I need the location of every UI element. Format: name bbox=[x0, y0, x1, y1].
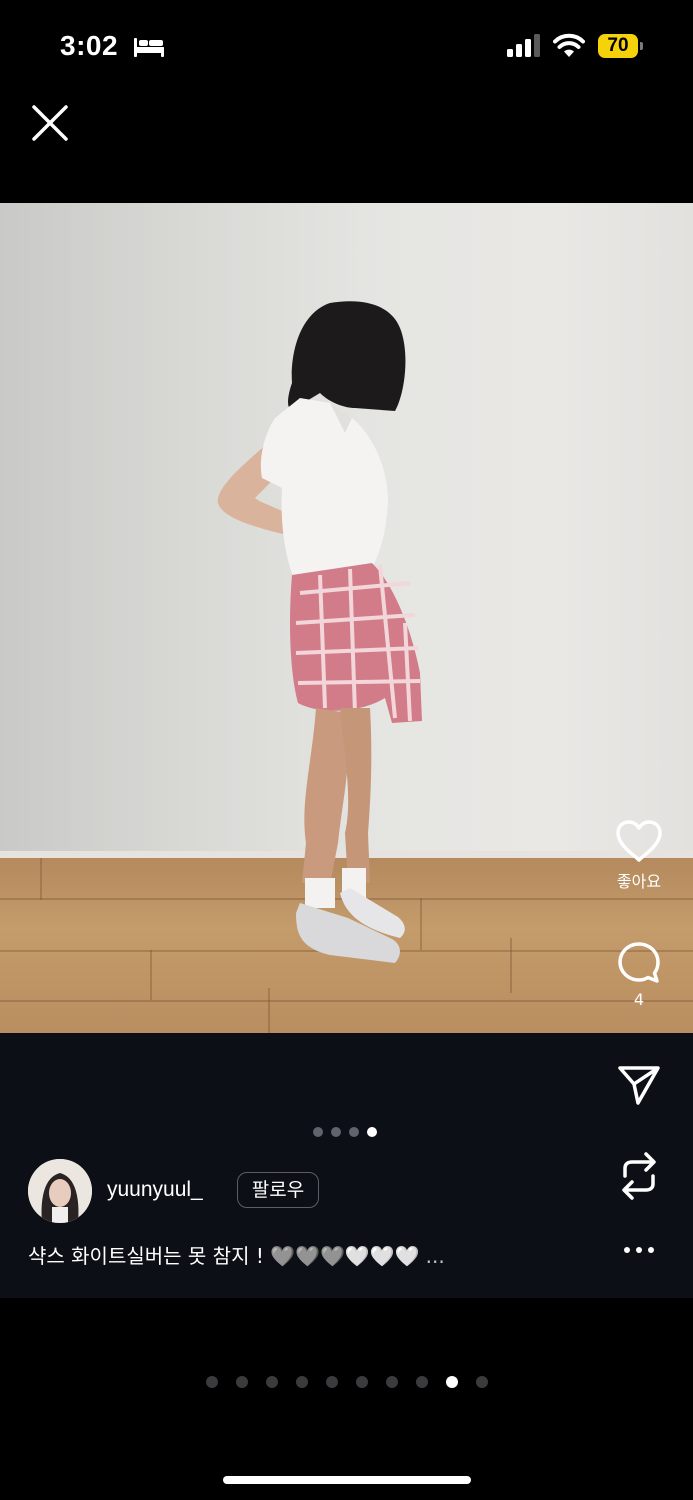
ellipsis-icon[interactable] bbox=[622, 1244, 656, 1256]
paper-plane-icon bbox=[618, 1066, 660, 1105]
like-button[interactable]: 좋아요 bbox=[610, 818, 668, 892]
page-dot bbox=[416, 1376, 428, 1388]
cellular-signal-icon bbox=[507, 34, 540, 57]
carousel-dot bbox=[349, 1127, 359, 1137]
avatar-image bbox=[28, 1159, 92, 1223]
close-icon[interactable] bbox=[30, 103, 70, 143]
post-photo[interactable] bbox=[0, 203, 693, 1033]
carousel-indicator bbox=[313, 1127, 377, 1139]
wifi-icon bbox=[553, 33, 585, 57]
person-figure bbox=[217, 301, 422, 963]
carousel-dot bbox=[313, 1127, 323, 1137]
heart-icon bbox=[616, 820, 662, 862]
page-dot bbox=[386, 1376, 398, 1388]
follow-button[interactable]: 팔로우 bbox=[237, 1172, 319, 1208]
carousel-dot bbox=[331, 1127, 341, 1137]
page-dot bbox=[296, 1376, 308, 1388]
page-dot bbox=[476, 1376, 488, 1388]
bed-icon bbox=[134, 38, 164, 57]
page-dot bbox=[356, 1376, 368, 1388]
home-indicator[interactable] bbox=[223, 1476, 471, 1484]
share-button[interactable] bbox=[610, 1063, 668, 1107]
username[interactable]: yuunyuul_ bbox=[107, 1178, 203, 1202]
like-label: 좋아요 bbox=[616, 872, 662, 891]
page-dot bbox=[206, 1376, 218, 1388]
repost-icon bbox=[622, 1152, 656, 1200]
status-bar: 3:02 70 bbox=[0, 0, 693, 90]
status-time: 3:02 bbox=[60, 30, 119, 61]
page-dot bbox=[266, 1376, 278, 1388]
page-dot bbox=[236, 1376, 248, 1388]
page-dot bbox=[326, 1376, 338, 1388]
caption-text: 샥스 화이트실버는 못 참지 ! 🩶🩶🩶🤍🤍🤍 bbox=[28, 1244, 420, 1268]
repost-button[interactable] bbox=[610, 1150, 668, 1202]
comment-button[interactable]: 4 bbox=[610, 940, 668, 1009]
comment-bubble-icon bbox=[618, 942, 660, 983]
caption-more[interactable]: ... bbox=[426, 1244, 445, 1268]
battery-indicator: 70 bbox=[598, 34, 644, 58]
avatar[interactable] bbox=[28, 1159, 92, 1223]
battery-tip bbox=[640, 42, 643, 50]
comment-count: 4 bbox=[633, 990, 645, 1009]
battery-level: 70 bbox=[598, 34, 638, 58]
page-indicator bbox=[206, 1376, 488, 1388]
page-dot bbox=[446, 1376, 458, 1388]
carousel-dot bbox=[367, 1127, 377, 1137]
caption[interactable]: 샥스 화이트실버는 못 참지 ! 🩶🩶🩶🤍🤍🤍... bbox=[28, 1240, 445, 1269]
